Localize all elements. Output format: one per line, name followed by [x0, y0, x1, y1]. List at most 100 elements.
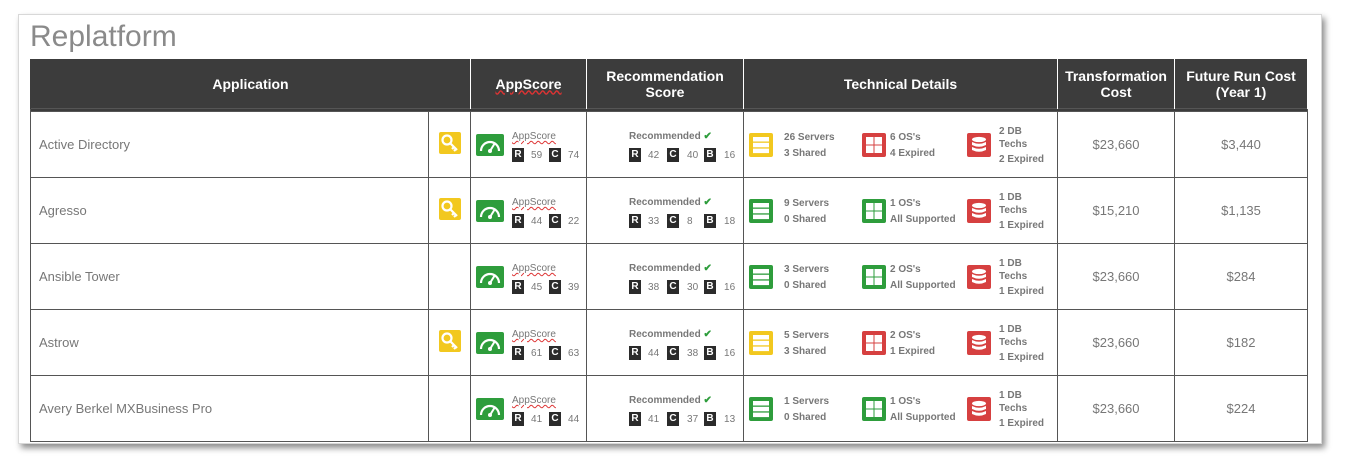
- col-recommendation-score[interactable]: Recommendation Score: [586, 59, 745, 109]
- c-badge: C: [667, 412, 680, 426]
- transformation-cost: $23,660: [1057, 309, 1176, 376]
- servers-shared: 3 Shared: [784, 346, 827, 357]
- gauge-icon: [476, 134, 505, 156]
- col-appscore[interactable]: AppScore: [470, 59, 588, 109]
- col-technical-details[interactable]: Technical Details: [743, 59, 1059, 109]
- db-techs: Techs: [999, 337, 1028, 348]
- servers-shared: 0 Shared: [784, 214, 827, 225]
- app-name[interactable]: Agresso: [30, 177, 429, 244]
- technical-details-cell: 9 Servers 0 Shared 1 OS's All Supported 1 DB…: [743, 177, 1059, 244]
- recommended-label: Recommended ✔: [629, 197, 712, 208]
- c-badge: C: [667, 214, 680, 228]
- col-application[interactable]: Application: [29, 59, 472, 109]
- key-icon[interactable]: [438, 132, 461, 154]
- rec-b-value: 18: [724, 216, 736, 227]
- server-icon[interactable]: [749, 265, 774, 289]
- windows-icon[interactable]: [862, 265, 887, 289]
- servers-count: 1 Servers: [784, 396, 830, 407]
- appscore-label: AppScore: [512, 197, 556, 208]
- os-count: 2 OS's: [890, 330, 921, 341]
- key-cell: [427, 309, 472, 376]
- transformation-cost: $23,660: [1057, 375, 1176, 442]
- recommendation-cell: Recommended ✔ R 33 C 8 B 18: [586, 177, 745, 244]
- table-row[interactable]: Astrow AppScore R 61 C 63 Recommended ✔ R 44 C 38 B…: [30, 309, 1309, 376]
- c-badge: C: [667, 148, 680, 162]
- table-row[interactable]: Agresso AppScore R 44 C 22 Recommended ✔ R 33 C 8 B…: [30, 177, 1309, 244]
- windows-icon[interactable]: [862, 199, 887, 223]
- rec-b-value: 13: [724, 414, 736, 425]
- db-status: 1 Expired: [999, 220, 1045, 231]
- gauge-icon: [476, 266, 505, 288]
- db-count: 2 DB: [999, 126, 1022, 137]
- recommendation-cell: Recommended ✔ R 42 C 40 B 16: [586, 111, 745, 178]
- future-run-cost: $224: [1174, 375, 1309, 442]
- table-row[interactable]: Ansible Tower AppScore R 45 C 39 Recommended ✔…: [30, 243, 1309, 310]
- app-name[interactable]: Avery Berkel MXBusiness Pro: [30, 375, 429, 442]
- os-status: All Supported: [890, 280, 956, 291]
- recommendation-cell: Recommended ✔ R 38 C 30 B 16: [586, 243, 745, 310]
- db-status: 1 Expired: [999, 418, 1045, 429]
- r-badge: R: [629, 346, 642, 360]
- table-row[interactable]: Active Directory AppScore R 59 C 74 Recommende…: [30, 111, 1309, 178]
- database-icon[interactable]: [967, 265, 992, 289]
- app-name[interactable]: Astrow: [30, 309, 429, 376]
- r-badge: R: [629, 412, 642, 426]
- server-icon[interactable]: [749, 133, 774, 157]
- database-icon[interactable]: [967, 199, 992, 223]
- rec-c-value: 38: [687, 348, 699, 359]
- future-run-cost: $182: [1174, 309, 1309, 376]
- appscore-cell: AppScore R 41 C 44: [470, 375, 588, 442]
- transformation-cost: $15,210: [1057, 177, 1176, 244]
- db-techs: Techs: [999, 139, 1028, 150]
- col-transformation-cost[interactable]: Transformation Cost: [1057, 59, 1176, 109]
- recommended-label: Recommended ✔: [629, 131, 712, 142]
- appscore-cell: AppScore R 59 C 74: [470, 111, 588, 178]
- server-icon[interactable]: [749, 397, 774, 421]
- server-icon[interactable]: [749, 331, 774, 355]
- rec-b-value: 16: [724, 282, 736, 293]
- technical-details-cell: 3 Servers 0 Shared 2 OS's All Supported 1 DB…: [743, 243, 1059, 310]
- rec-r-value: 41: [648, 414, 660, 425]
- technical-details-cell: 5 Servers 3 Shared 2 OS's 1 Expired 1 DB Tech…: [743, 309, 1059, 376]
- servers-shared: 3 Shared: [784, 148, 827, 159]
- recommended-label: Recommended ✔: [629, 263, 712, 274]
- db-count: 1 DB: [999, 258, 1022, 269]
- transformation-cost: $23,660: [1057, 111, 1176, 178]
- table-row[interactable]: Avery Berkel MXBusiness Pro AppScore R 41 C 4…: [30, 375, 1309, 442]
- r-badge: R: [512, 412, 525, 426]
- key-cell: [427, 177, 472, 244]
- app-name[interactable]: Ansible Tower: [30, 243, 429, 310]
- appscore-r-value: 59: [531, 150, 543, 161]
- key-icon[interactable]: [438, 198, 461, 220]
- windows-icon[interactable]: [862, 397, 887, 421]
- appscore-label: AppScore: [512, 263, 556, 274]
- windows-icon[interactable]: [862, 133, 887, 157]
- database-icon[interactable]: [967, 331, 992, 355]
- check-icon: ✔: [700, 131, 712, 142]
- replatform-table: Application AppScore Recommendation Scor…: [29, 59, 1309, 442]
- transformation-cost: $23,660: [1057, 243, 1176, 310]
- database-icon[interactable]: [967, 397, 992, 421]
- c-badge: C: [667, 280, 680, 294]
- recommended-label: Recommended ✔: [629, 329, 712, 340]
- recommendation-cell: Recommended ✔ R 41 C 37 B 13: [586, 375, 745, 442]
- windows-icon[interactable]: [862, 331, 887, 355]
- rec-r-value: 42: [648, 150, 660, 161]
- key-cell: [427, 375, 472, 442]
- recommendation-cell: Recommended ✔ R 44 C 38 B 16: [586, 309, 745, 376]
- key-cell: [427, 111, 472, 178]
- r-badge: R: [629, 280, 642, 294]
- key-icon[interactable]: [438, 330, 461, 352]
- db-count: 1 DB: [999, 390, 1022, 401]
- os-status: 1 Expired: [890, 346, 936, 357]
- appscore-r-value: 41: [531, 414, 543, 425]
- db-count: 1 DB: [999, 192, 1022, 203]
- rec-c-value: 40: [687, 150, 699, 161]
- app-name[interactable]: Active Directory: [30, 111, 429, 178]
- database-icon[interactable]: [967, 133, 992, 157]
- rec-r-value: 38: [648, 282, 660, 293]
- appscore-c-value: 44: [568, 414, 580, 425]
- appscore-cell: AppScore R 45 C 39: [470, 243, 588, 310]
- col-future-run-cost[interactable]: Future Run Cost (Year 1): [1174, 59, 1309, 109]
- server-icon[interactable]: [749, 199, 774, 223]
